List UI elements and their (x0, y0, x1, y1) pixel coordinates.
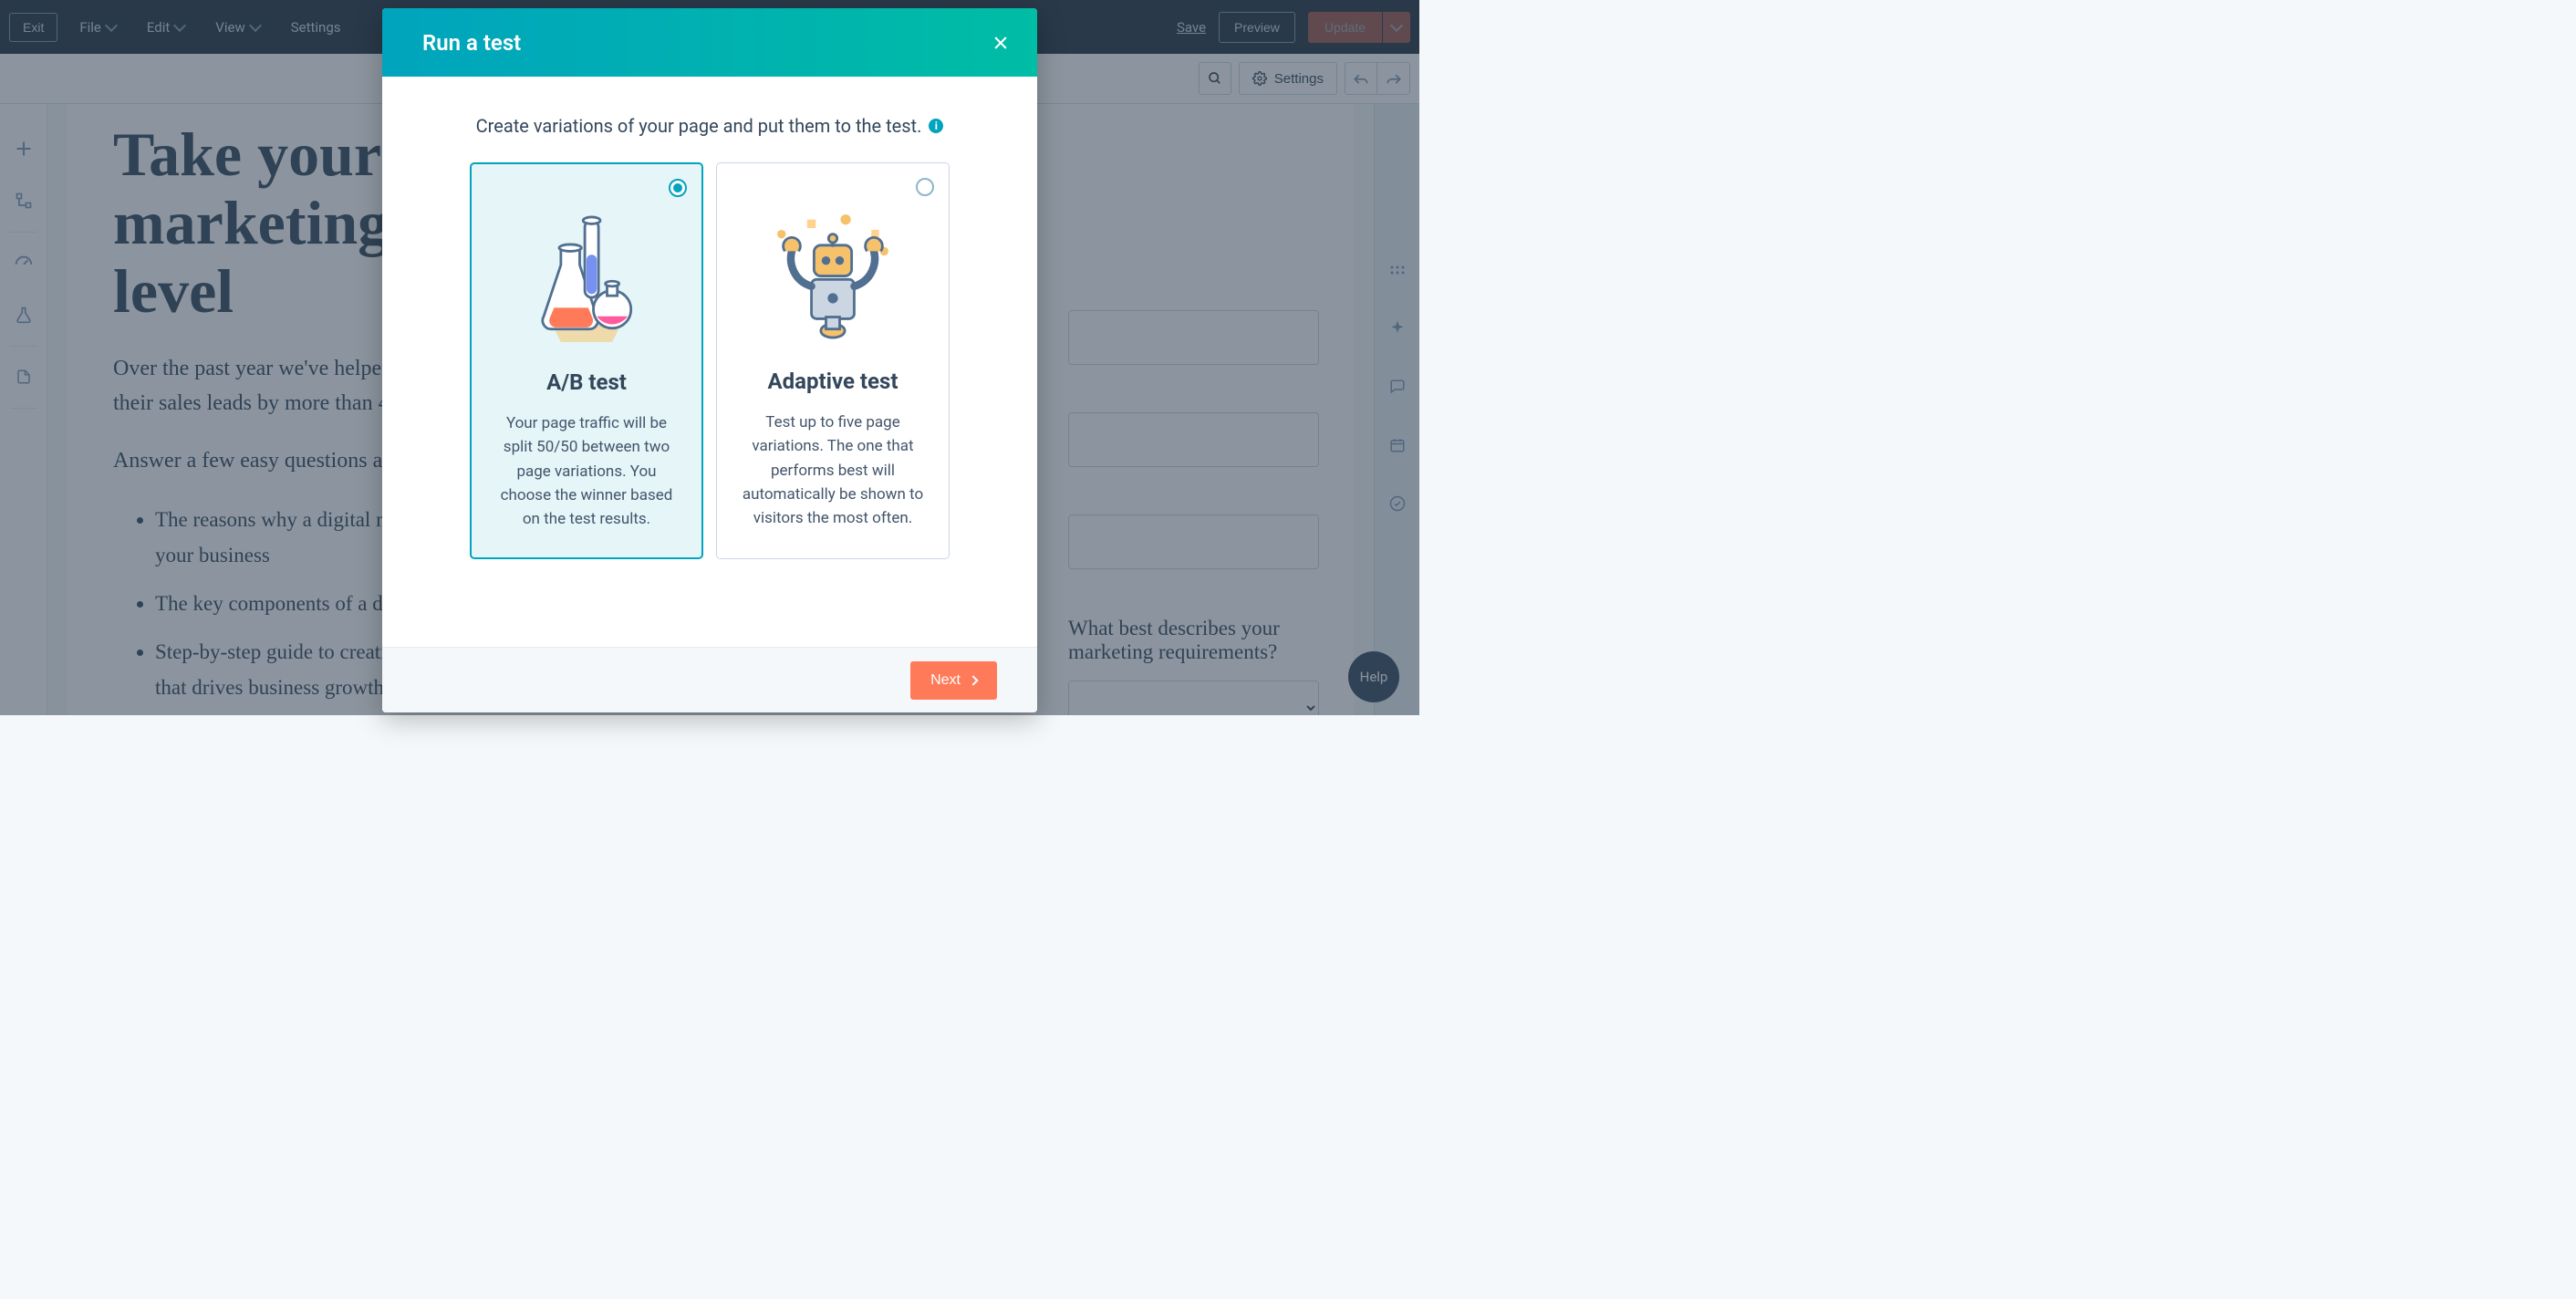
run-test-modal: Run a test Create variations of your pag… (382, 8, 1037, 712)
next-button[interactable]: Next (910, 661, 997, 700)
modal-title: Run a test (422, 30, 521, 56)
modal-body: Create variations of your page and put t… (382, 77, 1037, 647)
modal-subtitle-row: Create variations of your page and put t… (426, 115, 993, 137)
test-type-cards: A/B test Your page traffic will be split… (426, 162, 993, 559)
modal-subtitle: Create variations of your page and put t… (476, 115, 922, 137)
close-icon (992, 34, 1010, 52)
robot-illustration-icon (764, 202, 901, 352)
modal-header: Run a test (382, 8, 1037, 77)
adaptive-test-desc: Test up to five page variations. The one… (737, 410, 929, 531)
chevron-right-icon (968, 675, 978, 685)
adaptive-test-radio[interactable] (916, 178, 934, 196)
ab-test-card[interactable]: A/B test Your page traffic will be split… (470, 162, 703, 559)
adaptive-test-illustration (764, 202, 901, 352)
modal-footer: Next (382, 647, 1037, 712)
ab-test-desc: Your page traffic will be split 50/50 be… (492, 411, 681, 532)
flask-illustration-icon (518, 203, 655, 353)
next-button-label: Next (930, 672, 961, 689)
modal-overlay[interactable]: Run a test Create variations of your pag… (0, 0, 1419, 715)
adaptive-test-card[interactable]: Adaptive test Test up to five page varia… (716, 162, 950, 559)
ab-test-title: A/B test (492, 369, 681, 395)
ab-test-illustration (518, 203, 655, 353)
info-icon[interactable]: i (929, 119, 943, 133)
adaptive-test-title: Adaptive test (737, 369, 929, 394)
modal-close-button[interactable] (992, 34, 1010, 52)
ab-test-radio[interactable] (669, 179, 687, 197)
